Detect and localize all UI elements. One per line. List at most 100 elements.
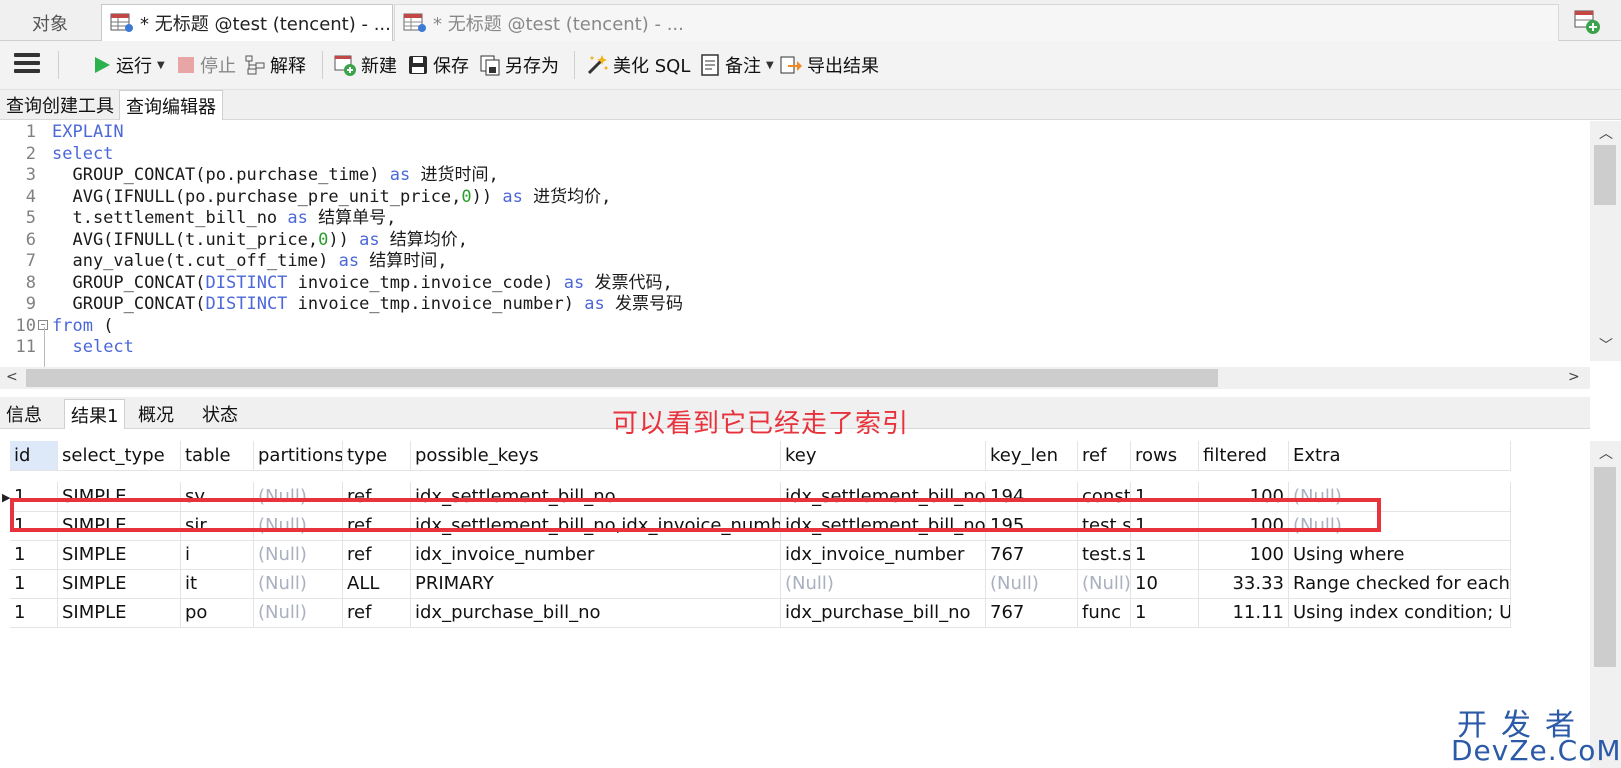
stop-button[interactable]: 停止 — [176, 50, 236, 80]
grid-cell[interactable]: idx_invoice_number — [411, 540, 781, 570]
code-line[interactable]: 5 t.settlement_bill_no as 结算单号, — [0, 207, 1580, 229]
new-button[interactable]: 新建 — [333, 50, 397, 80]
grid-cell[interactable]: SIMPLE — [58, 598, 181, 628]
table-row[interactable]: 1 SIMPLE it (Null) ALL PRIMARY (Null) (Null) (Nu… — [0, 569, 1560, 599]
grid-cell[interactable]: (Null) — [254, 569, 343, 599]
grid-cell[interactable]: 1 — [1131, 598, 1199, 628]
grid-cell[interactable]: (Null) — [254, 598, 343, 628]
grid-cell[interactable]: SIMPLE — [58, 540, 181, 570]
grid-cell[interactable]: (Null) — [254, 540, 343, 570]
tab-objects[interactable]: 对象 — [0, 4, 100, 41]
column-header-type[interactable]: type — [343, 441, 411, 471]
result-grid[interactable]: id select_type table partitions type possible… — [0, 441, 1560, 768]
code-line[interactable]: 1 EXPLAIN — [0, 121, 1580, 143]
grid-cell[interactable]: 10 — [1131, 569, 1199, 599]
column-header-rows[interactable]: rows — [1131, 441, 1199, 471]
grid-cell[interactable]: ref — [343, 540, 411, 570]
tab-profile[interactable]: 概况 — [132, 399, 180, 429]
grid-cell[interactable]: 11.11 — [1199, 598, 1289, 628]
table-row[interactable]: 1 SIMPLE i (Null) ref idx_invoice_number idx_i… — [0, 540, 1560, 570]
editor-vertical-scroll-thumb[interactable] — [1594, 145, 1616, 205]
code-line[interactable]: 2 select — [0, 143, 1580, 165]
note-button[interactable]: 备注 ▼ — [699, 50, 774, 80]
scroll-left-icon[interactable]: < — [6, 370, 18, 384]
grid-cell[interactable]: 1 — [10, 569, 58, 599]
tab-query-builder[interactable]: 查询创建工具 — [0, 90, 120, 120]
explain-button[interactable]: 解释 — [244, 50, 306, 80]
code-line[interactable]: 4 AVG(IFNULL(po.purchase_pre_unit_price,… — [0, 186, 1580, 208]
scroll-up-icon[interactable]: ︿ — [1599, 127, 1613, 141]
grid-cell[interactable]: ALL — [343, 569, 411, 599]
grid-cell[interactable]: func — [1078, 598, 1131, 628]
grid-cell[interactable]: test.si — [1078, 540, 1131, 570]
code-line[interactable]: 11 select — [0, 336, 1580, 358]
grid-cell[interactable]: 767 — [986, 540, 1078, 570]
column-header-partitions[interactable]: partitions — [254, 441, 343, 471]
tab-query-1[interactable]: * 无标题 @test (tencent) - ... — [101, 4, 393, 41]
code-line[interactable]: 3 GROUP_CONCAT(po.purchase_time) as 进货时间… — [0, 164, 1580, 186]
table-row[interactable]: 1 SIMPLE po (Null) ref idx_purchase_bill_no id… — [0, 598, 1560, 628]
column-header-key-len[interactable]: key_len — [986, 441, 1078, 471]
grid-cell[interactable]: po — [181, 598, 254, 628]
grid-cell[interactable]: i — [181, 540, 254, 570]
column-header-select-type[interactable]: select_type — [58, 441, 181, 471]
column-header-filtered[interactable]: filtered — [1199, 441, 1289, 471]
column-header-table[interactable]: table — [181, 441, 254, 471]
column-header-ref[interactable]: ref — [1078, 441, 1131, 471]
tab-status[interactable]: 状态 — [196, 399, 244, 429]
note-dropdown-icon[interactable]: ▼ — [766, 60, 774, 71]
grid-vertical-scroll-thumb[interactable] — [1594, 467, 1616, 667]
grid-cell[interactable]: 1 — [10, 540, 58, 570]
tab-result-1[interactable]: 结果1 — [64, 399, 126, 429]
new-query-tab-icon[interactable] — [1573, 9, 1601, 35]
column-header-id[interactable]: id — [10, 441, 58, 471]
column-header-key[interactable]: key — [781, 441, 986, 471]
save-as-button[interactable]: 另存为 — [479, 50, 559, 80]
grid-cell[interactable]: (Null) — [1078, 569, 1131, 599]
grid-cell[interactable]: idx_purchase_bill_no — [411, 598, 781, 628]
fold-collapse-icon[interactable]: − — [38, 319, 48, 330]
code-line[interactable]: 10− from ( — [0, 315, 1580, 337]
column-header-extra[interactable]: Extra — [1289, 441, 1511, 471]
tab-query-2[interactable]: * 无标题 @test (tencent) - ... — [394, 4, 1559, 41]
tab-query-editor[interactable]: 查询编辑器 — [119, 90, 223, 120]
grid-cell[interactable]: 767 — [986, 598, 1078, 628]
grid-cell[interactable]: (Null) — [781, 569, 986, 599]
editor-horizontal-scroll-thumb[interactable] — [26, 369, 1218, 387]
scroll-up-icon[interactable]: ︿ — [1599, 447, 1613, 461]
editor-vertical-scrollbar[interactable]: ︿ ﹀ — [1590, 121, 1621, 361]
editor-horizontal-scrollbar[interactable]: < > — [0, 367, 1590, 389]
scroll-down-icon[interactable]: ﹀ — [1599, 339, 1613, 353]
code-line[interactable]: 9 GROUP_CONCAT(DISTINCT invoice_tmp.invo… — [0, 293, 1580, 315]
grid-cell[interactable]: 100 — [1199, 540, 1289, 570]
grid-cell[interactable]: idx_invoice_number — [781, 540, 986, 570]
save-button[interactable]: 保存 — [407, 50, 469, 80]
code-line[interactable]: 6 AVG(IFNULL(t.unit_price,0)) as 结算均价, — [0, 229, 1580, 251]
sql-keyword: as — [287, 208, 308, 228]
sql-keyword: select — [72, 337, 134, 357]
grid-cell[interactable]: SIMPLE — [58, 569, 181, 599]
grid-cell[interactable]: idx_purchase_bill_no — [781, 598, 986, 628]
grid-cell[interactable]: Using index condition; Usi — [1289, 598, 1511, 628]
code-line[interactable]: 8 GROUP_CONCAT(DISTINCT invoice_tmp.invo… — [0, 272, 1580, 294]
grid-cell[interactable]: 33.33 — [1199, 569, 1289, 599]
grid-cell[interactable]: 1 — [10, 598, 58, 628]
grid-cell[interactable]: (Null) — [986, 569, 1078, 599]
grid-cell[interactable]: ref — [343, 598, 411, 628]
menu-icon[interactable] — [14, 53, 40, 77]
line-number: 7 — [25, 251, 36, 271]
run-dropdown-icon[interactable]: ▼ — [157, 60, 165, 71]
grid-cell[interactable]: PRIMARY — [411, 569, 781, 599]
column-header-possible-keys[interactable]: possible_keys — [411, 441, 781, 471]
tab-info[interactable]: 信息 — [0, 399, 48, 429]
grid-cell[interactable]: it — [181, 569, 254, 599]
code-line[interactable]: 7 any_value(t.cut_off_time) as 结算时间, — [0, 250, 1580, 272]
grid-cell[interactable]: Using where — [1289, 540, 1511, 570]
export-result-button[interactable]: 导出结果 — [779, 50, 879, 80]
beautify-sql-button[interactable]: 美化 SQL — [585, 50, 690, 80]
grid-cell[interactable]: 1 — [1131, 540, 1199, 570]
grid-cell[interactable]: Range checked for each re — [1289, 569, 1511, 599]
run-button[interactable]: 运行 ▼ — [92, 50, 165, 80]
scroll-right-icon[interactable]: > — [1568, 370, 1580, 384]
sql-editor[interactable]: 1 EXPLAIN 2 select 3 GROUP_CONCAT(po.purchas… — [0, 121, 1590, 367]
